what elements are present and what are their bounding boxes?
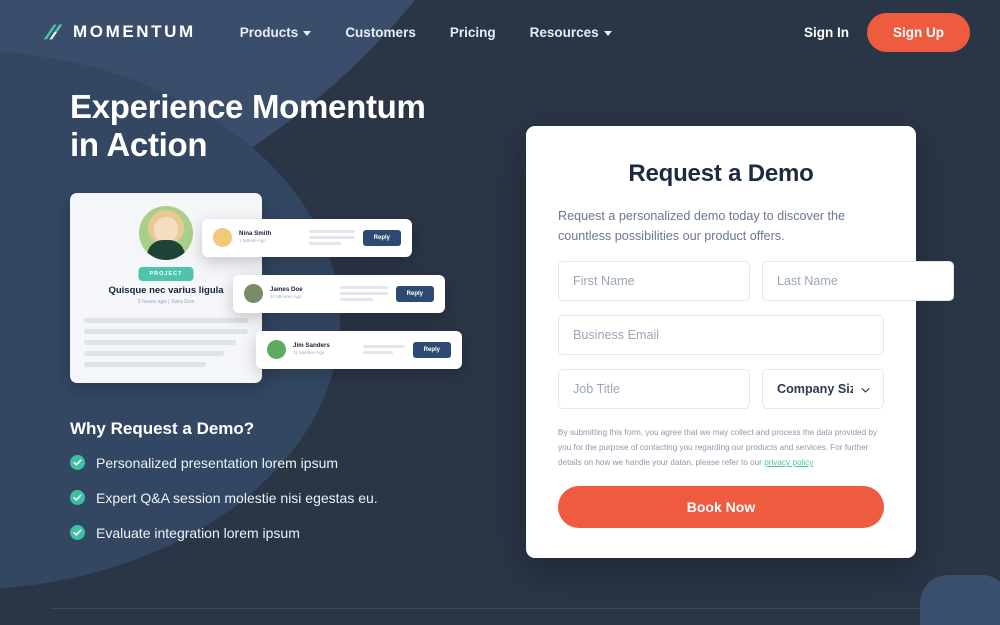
- list-item: Personalized presentation lorem ipsum: [70, 455, 490, 471]
- nav-item-customers[interactable]: Customers: [345, 25, 416, 40]
- comment-meta: Jim Sanders 11 Minutes Ago: [293, 342, 355, 358]
- why-benefits-list: Personalized presentation lorem ipsum Ex…: [70, 455, 490, 541]
- comment-timestamp: 10 Minutes Ago: [270, 294, 302, 300]
- form-row-job: Company Size: [558, 368, 884, 409]
- product-illustration: PROJECT Quisque nec varius ligula 2 hour…: [70, 192, 462, 393]
- benefit-label: Personalized presentation lorem ipsum: [96, 454, 339, 471]
- headline-line-2: in Action: [70, 126, 208, 164]
- first-name-field[interactable]: [558, 260, 750, 301]
- comment-body-placeholder: [309, 230, 355, 245]
- company-size-select[interactable]: Company Size: [762, 368, 884, 409]
- list-item: Evaluate integration lorem ipsum: [70, 525, 490, 541]
- reply-button[interactable]: Reply: [395, 285, 434, 302]
- form-row-email: [558, 314, 884, 355]
- nav-label: Customers: [345, 24, 416, 40]
- nav-label: Products: [239, 24, 299, 40]
- avatar: [244, 284, 263, 304]
- job-title-field[interactable]: [558, 368, 750, 409]
- list-item[interactable]: Nina Smith 1 Minute Ago Reply: [202, 218, 412, 257]
- sign-up-button[interactable]: Sign Up: [867, 12, 970, 52]
- why-section-title: Why Request a Demo?: [70, 418, 255, 438]
- site-header: MOMENTUM Products Customers Pricing Reso…: [0, 0, 1000, 64]
- comment-author: Nina Smith: [239, 229, 272, 237]
- form-subtitle: Request a personalized demo today to dis…: [558, 209, 846, 243]
- nav-item-products[interactable]: Products: [240, 25, 312, 40]
- check-circle-icon: [70, 455, 85, 471]
- bottom-divider: [50, 608, 950, 609]
- company-size-wrapper: Company Size: [762, 368, 884, 409]
- list-item[interactable]: James Doe 10 Minutes Ago Reply: [233, 274, 445, 313]
- comment-timestamp: 1 Minute Ago: [239, 238, 266, 244]
- list-item[interactable]: Jim Sanders 11 Minutes Ago Reply: [256, 330, 462, 369]
- form-title: Request a Demo: [628, 160, 814, 187]
- sign-in-link[interactable]: Sign In: [804, 25, 849, 40]
- comment-timestamp: 11 Minutes Ago: [293, 350, 325, 356]
- check-circle-icon: [70, 490, 85, 506]
- benefit-label: Evaluate integration lorem ipsum: [96, 524, 300, 541]
- headline-line-1: Experience Momentum: [70, 88, 426, 125]
- check-circle-icon: [70, 525, 85, 541]
- comment-meta: James Doe 10 Minutes Ago: [270, 286, 332, 302]
- comment-author: James Doe: [270, 285, 303, 293]
- header-actions: Sign In Sign Up: [804, 12, 970, 52]
- last-name-field[interactable]: [762, 260, 954, 301]
- momentum-logo-icon: [43, 24, 63, 40]
- logo-text: MOMENTUM: [73, 22, 196, 41]
- chevron-down-icon: [603, 30, 612, 36]
- comment-meta: Nina Smith 1 Minute Ago: [239, 230, 301, 246]
- chevron-down-icon: [303, 30, 312, 36]
- form-row-name: [558, 260, 954, 301]
- comment-body-placeholder: [363, 345, 405, 354]
- privacy-policy-link[interactable]: privacy policy: [764, 458, 813, 467]
- reply-button[interactable]: Reply: [362, 229, 401, 246]
- hero-left-column: Experience Momentum in Action PROJECT Qu…: [70, 88, 490, 541]
- logo[interactable]: MOMENTUM: [42, 21, 196, 43]
- avatar: [139, 205, 193, 260]
- nav-item-resources[interactable]: Resources: [530, 25, 612, 40]
- nav-item-pricing[interactable]: Pricing: [450, 25, 496, 40]
- nav-label: Pricing: [449, 24, 496, 40]
- project-badge: PROJECT: [138, 266, 194, 281]
- request-demo-form-card: Request a Demo Request a personalized de…: [526, 126, 954, 559]
- business-email-field[interactable]: [558, 314, 884, 355]
- background-corner-shape: [920, 575, 1000, 625]
- main-navigation: Products Customers Pricing Resources: [240, 25, 612, 40]
- list-item: Expert Q&A session molestie nisi egestas…: [70, 490, 490, 506]
- avatar: [213, 228, 232, 248]
- nav-label: Resources: [529, 24, 599, 40]
- comment-body-placeholder: [340, 286, 388, 301]
- book-now-button[interactable]: Book Now: [558, 486, 884, 529]
- reply-button[interactable]: Reply: [412, 341, 451, 358]
- page-title: Experience Momentum in Action: [70, 88, 490, 165]
- benefit-label: Expert Q&A session molestie nisi egestas…: [96, 489, 378, 506]
- legal-disclaimer: By submitting this form, you agree that …: [558, 425, 884, 471]
- avatar: [267, 340, 286, 360]
- legal-text: By submitting this form, you agree that …: [558, 427, 878, 468]
- comment-author: Jim Sanders: [293, 341, 330, 349]
